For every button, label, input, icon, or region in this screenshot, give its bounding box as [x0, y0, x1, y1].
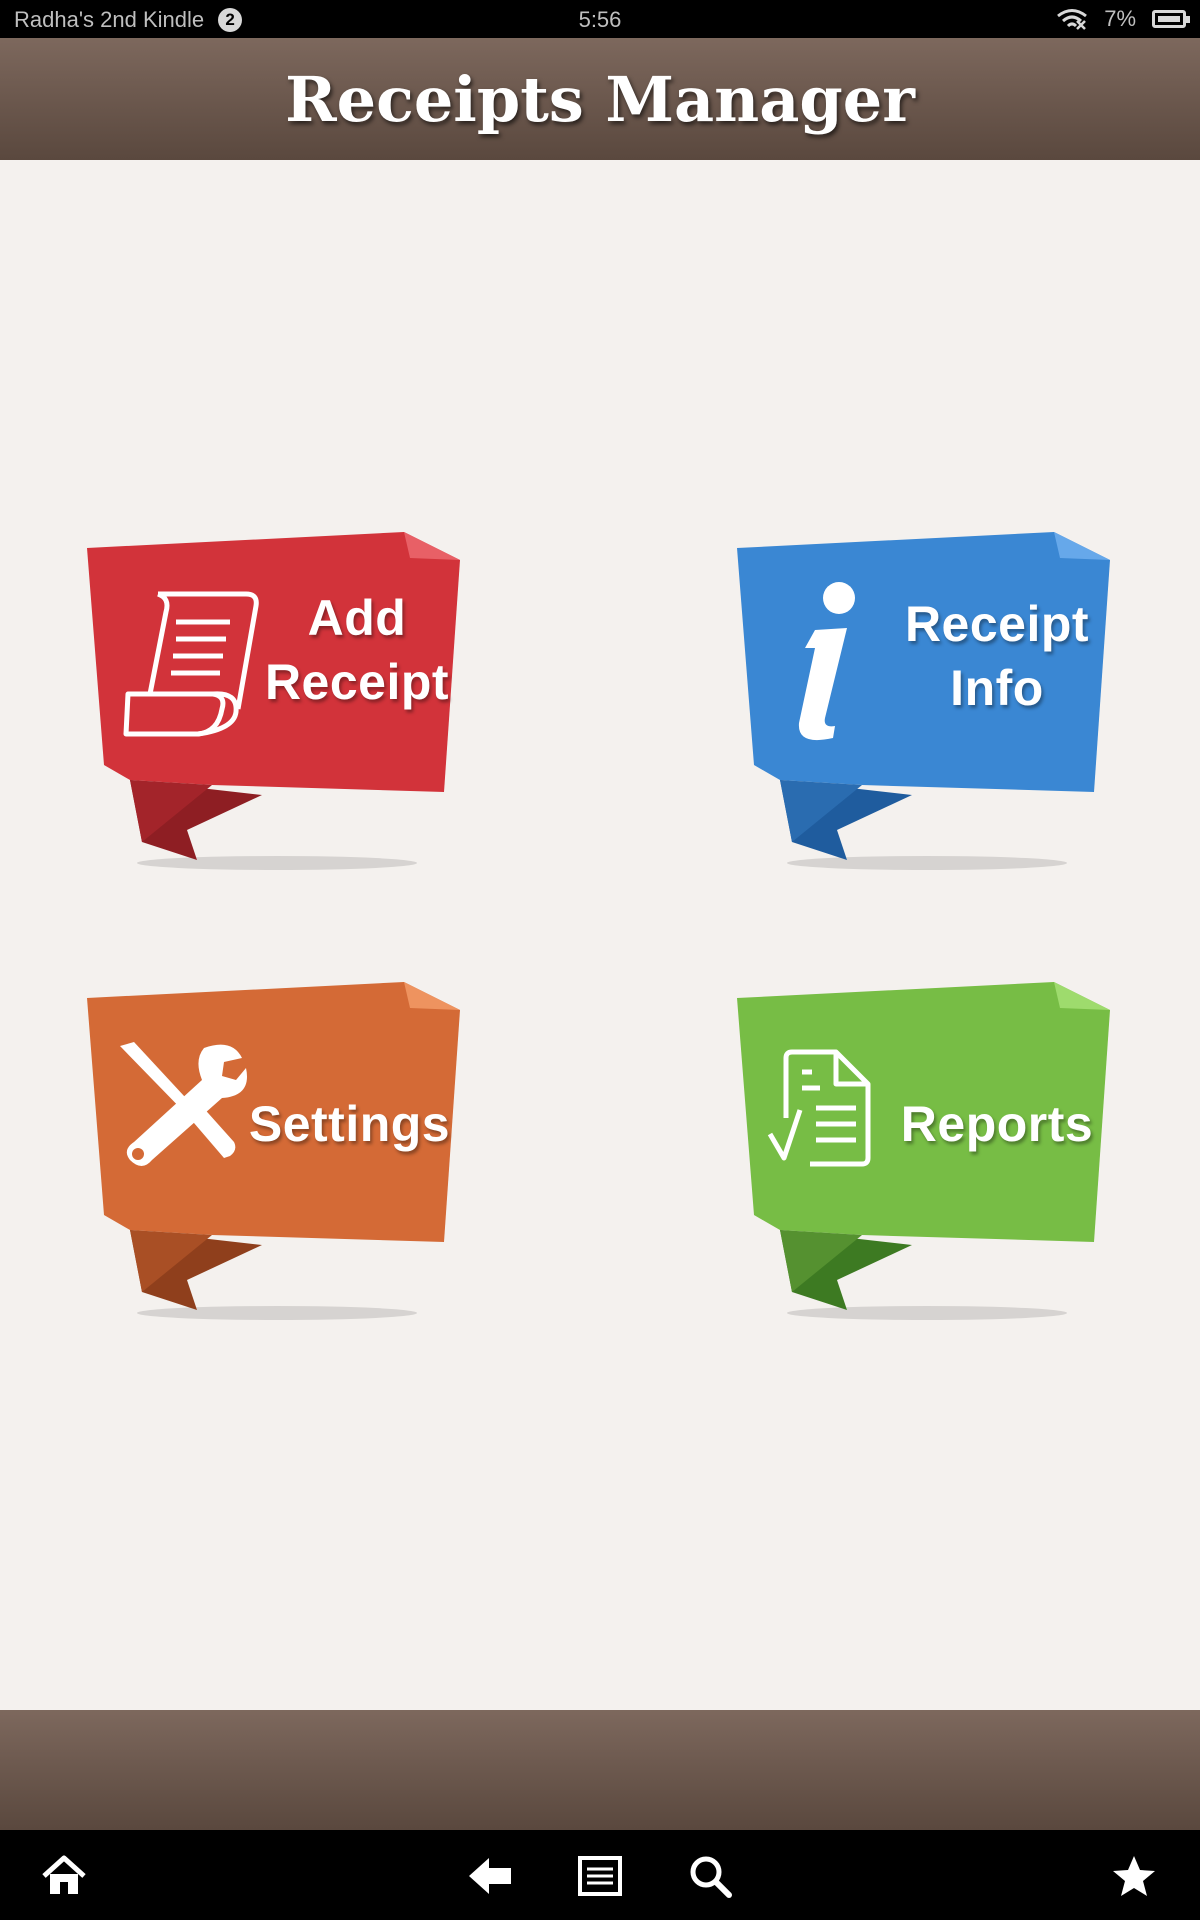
back-icon — [469, 1858, 511, 1894]
app-header: Receipts Manager — [0, 38, 1200, 160]
info-icon — [798, 582, 855, 741]
system-nav-bar — [0, 1830, 1200, 1920]
page-title: Receipts Manager — [285, 62, 915, 136]
status-right: 7% — [1056, 6, 1190, 32]
tools-icon — [120, 1042, 247, 1166]
tile-label: Reports — [882, 1092, 1112, 1156]
app-footer — [0, 1710, 1200, 1830]
tile-label: Add Receipt — [262, 586, 452, 714]
battery-percent: 7% — [1104, 6, 1136, 31]
search-button[interactable] — [682, 1848, 738, 1904]
favorites-button[interactable] — [1106, 1848, 1162, 1904]
status-time: 5:56 — [578, 7, 622, 32]
menu-icon — [578, 1856, 622, 1896]
battery-icon — [1152, 10, 1190, 28]
tile-label: Settings — [242, 1092, 457, 1156]
receipt-info-button[interactable]: Receipt Info — [732, 530, 1132, 870]
back-button[interactable] — [462, 1848, 518, 1904]
tile-label-line1: Receipt — [904, 596, 1090, 652]
tile-label: Receipt Info — [882, 592, 1112, 720]
home-button[interactable] — [36, 1848, 92, 1904]
tile-label-line1: Settings — [248, 1096, 451, 1152]
add-receipt-button[interactable]: Add Receipt — [82, 530, 482, 870]
tile-label-line1: Reports — [900, 1096, 1094, 1152]
home-icon — [42, 1855, 86, 1894]
wifi-icon — [1057, 9, 1088, 30]
report-checklist-icon — [767, 1049, 871, 1167]
tile-label-line2: Info — [950, 660, 1044, 716]
status-bar: Radha's 2nd Kindle 2 5:56 7% — [0, 0, 1200, 38]
favorites-star-icon — [1113, 1856, 1155, 1896]
tile-label-line1: Add — [307, 590, 407, 646]
settings-button[interactable]: Settings — [82, 980, 482, 1320]
scroll-receipt-icon — [123, 591, 259, 737]
search-icon — [690, 1856, 732, 1898]
tile-label-line2: Receipt — [264, 654, 450, 710]
reports-button[interactable]: Reports — [732, 980, 1132, 1320]
menu-button[interactable] — [572, 1848, 628, 1904]
